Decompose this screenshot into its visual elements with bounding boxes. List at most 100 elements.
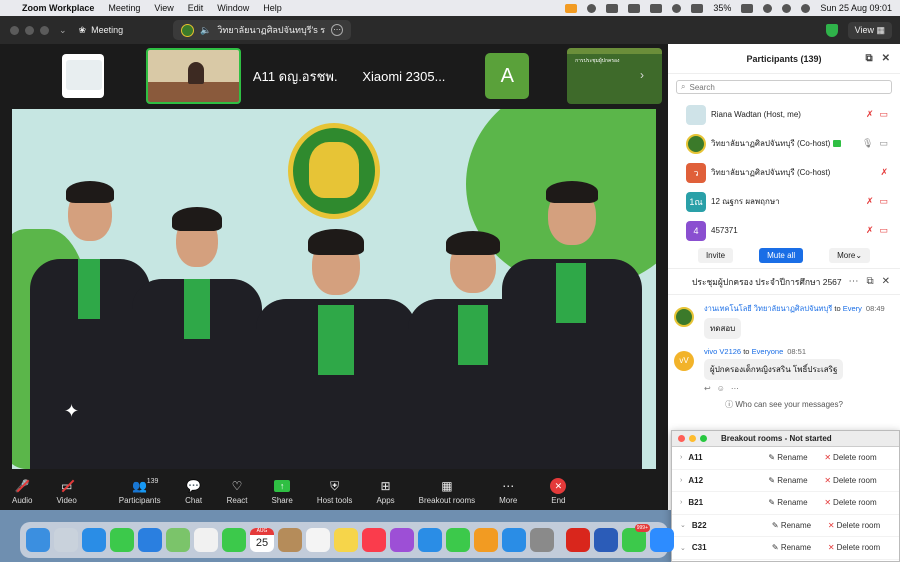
- messages-icon[interactable]: [110, 528, 134, 552]
- safari-icon[interactable]: [82, 528, 106, 552]
- end-button[interactable]: ✕ End: [549, 478, 567, 505]
- shield-icon[interactable]: [825, 23, 838, 37]
- breakout-room-row[interactable]: ⌄ C31 ✎ Rename ✕ Delete room: [672, 537, 899, 560]
- video-off-icon[interactable]: ▭: [879, 109, 888, 120]
- emoji-icon[interactable]: ☺: [717, 384, 725, 393]
- app-menu[interactable]: Zoom Workplace: [22, 3, 94, 13]
- invite-button[interactable]: Invite: [697, 248, 734, 263]
- menu-meeting[interactable]: Meeting: [108, 3, 140, 13]
- view-button[interactable]: View ▦: [847, 21, 892, 39]
- launchpad-icon[interactable]: [54, 528, 78, 552]
- maps-icon[interactable]: [166, 528, 190, 552]
- more-icon[interactable]: ⋯: [731, 384, 739, 393]
- main-video[interactable]: ✦: [12, 109, 656, 469]
- facetime-icon[interactable]: [222, 528, 246, 552]
- thumbnail-active-speaker[interactable]: [145, 48, 241, 104]
- pages-icon[interactable]: [474, 528, 498, 552]
- mic-off-icon[interactable]: ✗: [866, 109, 874, 120]
- delete-room-button[interactable]: ✕ Delete room: [828, 521, 880, 530]
- mute-all-button[interactable]: Mute all: [759, 248, 804, 263]
- input-source-icon[interactable]: [691, 3, 704, 13]
- contacts-icon[interactable]: [278, 528, 302, 552]
- participant-row[interactable]: ว วิทยาลัยนาฏศิลปจันทบุรี (Co-host) ✗: [668, 158, 900, 187]
- breakout-room-row[interactable]: › B21 ✎ Rename ✕ Delete room: [672, 492, 899, 515]
- chevron-down-icon[interactable]: ⌄: [680, 544, 686, 552]
- close-icon[interactable]: ✕: [882, 276, 890, 287]
- thumbnail-name[interactable]: Xiaomi 2305...: [362, 69, 453, 84]
- more-icon[interactable]: ···: [331, 24, 344, 36]
- participant-search[interactable]: ⌕: [676, 80, 892, 94]
- cloud-icon-2[interactable]: [628, 3, 641, 13]
- more-button[interactable]: ⋯ More: [499, 478, 517, 505]
- participant-row[interactable]: 4 457371 ✗ ▭: [668, 216, 900, 245]
- chat-button[interactable]: 💬 Chat: [185, 478, 203, 505]
- chevron-right-icon[interactable]: ›: [680, 454, 682, 461]
- breakout-room-row[interactable]: › A11 ✎ Rename ✕ Delete room: [672, 447, 899, 470]
- word-icon[interactable]: [594, 528, 618, 552]
- menu-window[interactable]: Window: [217, 3, 249, 13]
- mic-off-icon[interactable]: ✗: [866, 196, 874, 207]
- wifi-icon[interactable]: [763, 3, 773, 13]
- mail-icon[interactable]: [138, 528, 162, 552]
- music-icon[interactable]: [362, 528, 386, 552]
- zoom-button[interactable]: [40, 25, 49, 35]
- thumbnail-name[interactable]: A11 ดญ.อรชพ...: [253, 66, 338, 87]
- acrobat-icon[interactable]: [566, 528, 590, 552]
- keynote-icon[interactable]: [418, 528, 442, 552]
- minimize-button[interactable]: [689, 435, 696, 442]
- participant-row[interactable]: Riana Wadtan (Host, me) ✗ ▭: [668, 100, 900, 129]
- delete-room-button[interactable]: ✕ Delete room: [824, 476, 876, 485]
- delete-room-button[interactable]: ✕ Delete room: [824, 498, 876, 507]
- cloud-icon[interactable]: [606, 3, 619, 13]
- battery-icon[interactable]: [741, 3, 754, 13]
- video-button[interactable]: ▭ Video: [56, 478, 76, 505]
- breakout-room-row[interactable]: ⌄ B22 ✎ Rename ✕ Delete room: [672, 515, 899, 537]
- chevron-down-icon[interactable]: ⌄: [59, 25, 67, 36]
- rename-button[interactable]: ✎ Rename: [768, 476, 824, 485]
- delete-room-button[interactable]: ✕ Delete room: [828, 543, 880, 552]
- delete-room-button[interactable]: ✕ Delete room: [824, 453, 876, 462]
- thumbnail-participant[interactable]: [62, 54, 104, 98]
- participant-row[interactable]: 1ณ 12 ณฐกร ผลพฤกษา ✗ ▭: [668, 187, 900, 216]
- calendar-icon[interactable]: AUG 25: [250, 528, 274, 552]
- app-store-icon[interactable]: [502, 528, 526, 552]
- pop-out-icon[interactable]: ⧉: [865, 53, 872, 64]
- apps-button[interactable]: ⊞ Apps: [376, 478, 394, 505]
- mic-icon[interactable]: 🎙: [862, 138, 873, 149]
- line-icon[interactable]: [650, 3, 663, 13]
- menu-edit[interactable]: Edit: [188, 3, 204, 13]
- minimize-button[interactable]: [25, 25, 34, 35]
- spotlight-icon[interactable]: [782, 3, 792, 13]
- rename-button[interactable]: ✎ Rename: [772, 543, 828, 552]
- thumbnail-avatar[interactable]: A: [485, 53, 530, 99]
- breakout-rooms-button[interactable]: ▦ Breakout rooms: [419, 478, 475, 505]
- breakout-room-row[interactable]: › A12 ✎ Rename ✕ Delete room: [672, 470, 899, 492]
- mic-status-icon[interactable]: [565, 3, 578, 13]
- control-center-icon[interactable]: [801, 3, 811, 13]
- chevron-right-icon[interactable]: ›: [680, 477, 682, 484]
- mic-off-icon[interactable]: ✗: [880, 167, 888, 178]
- audio-button[interactable]: 🎤 Audio: [12, 478, 32, 505]
- host-tools-button[interactable]: ⛨ Host tools: [317, 478, 353, 506]
- close-button[interactable]: [678, 435, 685, 442]
- rename-button[interactable]: ✎ Rename: [772, 521, 828, 530]
- close-button[interactable]: [10, 25, 19, 35]
- video-off-icon[interactable]: ▭: [879, 196, 888, 207]
- vpn-icon[interactable]: [672, 3, 682, 13]
- close-icon[interactable]: ✕: [882, 53, 890, 64]
- finder-icon[interactable]: [26, 528, 50, 552]
- chevron-right-icon[interactable]: ›: [680, 499, 682, 506]
- meeting-title-pill[interactable]: 🔈 วิทยาลัยนาฏศิลปจันทบุรี's ร ···: [173, 20, 352, 40]
- menu-help[interactable]: Help: [263, 3, 282, 13]
- chevron-down-icon[interactable]: ⌄: [680, 521, 686, 529]
- video-off-icon[interactable]: ▭: [879, 225, 888, 236]
- clock[interactable]: Sun 25 Aug 09:01: [820, 3, 892, 13]
- numbers-icon[interactable]: [446, 528, 470, 552]
- more-icon[interactable]: ⋯: [848, 276, 858, 287]
- share-button[interactable]: ↑ Share: [272, 478, 293, 505]
- rename-button[interactable]: ✎ Rename: [768, 453, 824, 462]
- search-input[interactable]: [689, 82, 870, 92]
- zoom-status-icon[interactable]: [587, 3, 597, 13]
- chevron-right-icon[interactable]: ›: [640, 68, 644, 82]
- react-button[interactable]: ♡ React: [227, 478, 248, 505]
